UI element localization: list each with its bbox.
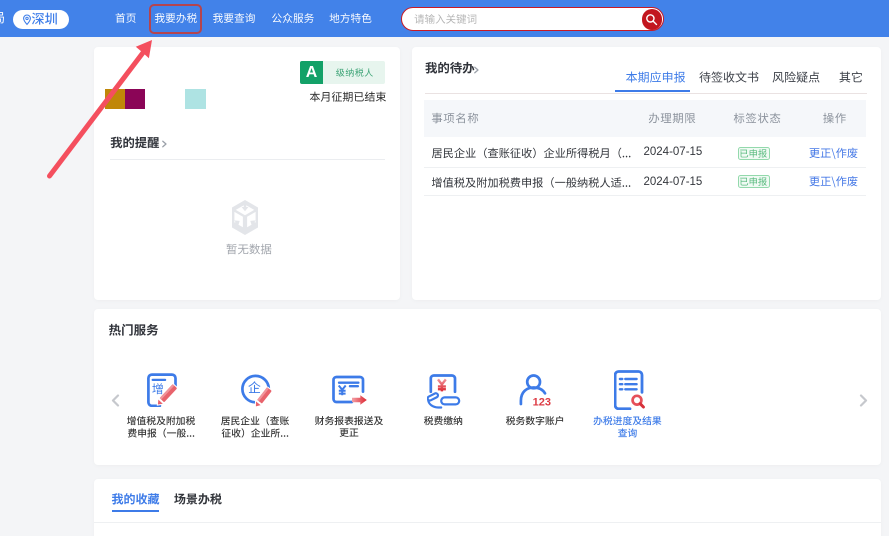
svg-text:123: 123 bbox=[533, 397, 551, 408]
